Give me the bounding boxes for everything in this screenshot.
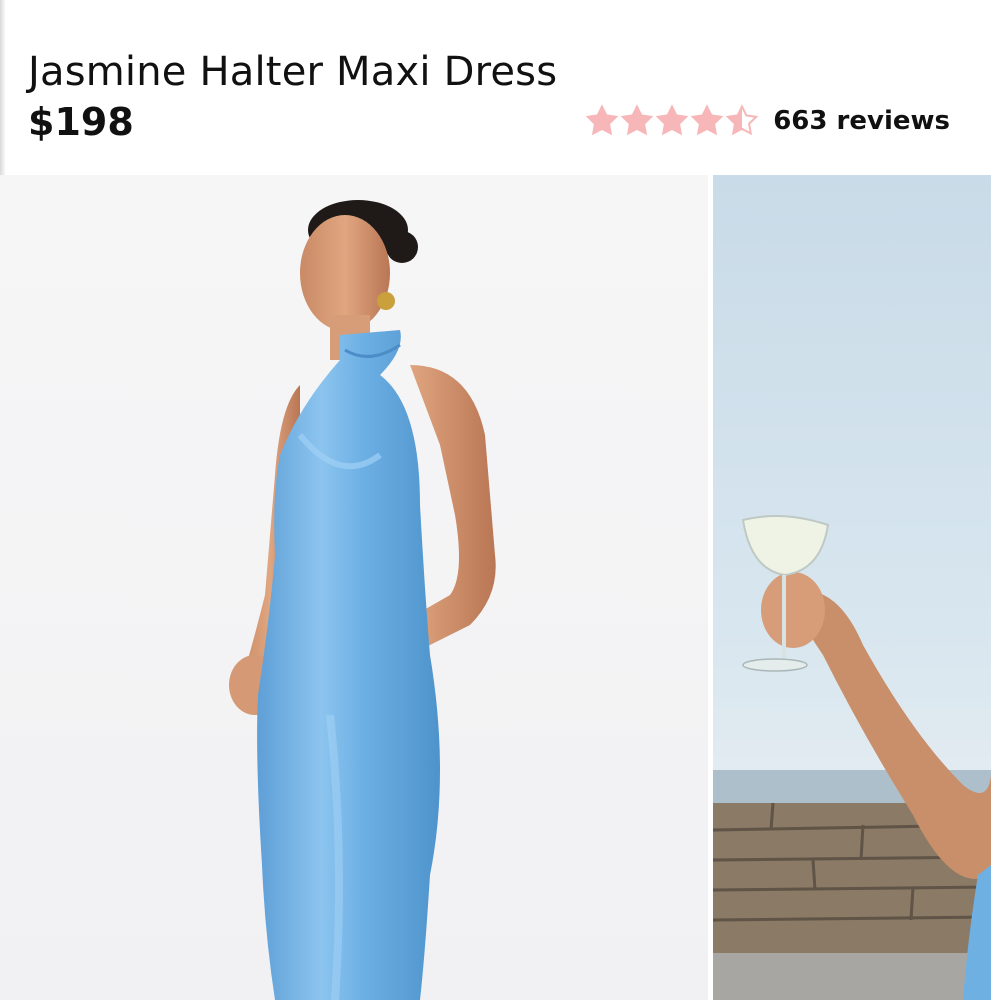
review-count-link[interactable]: 663 reviews [773, 106, 950, 136]
star-rating [585, 104, 759, 138]
star-half-icon [725, 104, 759, 136]
image-gallery[interactable] [0, 175, 1000, 1000]
star-filled-icon [585, 104, 619, 136]
gallery-image-main[interactable] [0, 175, 708, 1000]
star-filled-icon [690, 104, 724, 136]
star-filled-icon [620, 104, 654, 136]
product-title: Jasmine Halter Maxi Dress [28, 48, 558, 95]
model-front-photo [229, 200, 496, 1000]
product-price: $198 [28, 100, 134, 144]
model-glass-photo [713, 515, 991, 1000]
rating-summary[interactable]: 663 reviews [585, 104, 950, 138]
product-page: Jasmine Halter Maxi Dress $198 663 revie… [0, 0, 1000, 1000]
star-filled-icon [655, 104, 689, 136]
gallery-image-secondary[interactable] [713, 175, 991, 1000]
